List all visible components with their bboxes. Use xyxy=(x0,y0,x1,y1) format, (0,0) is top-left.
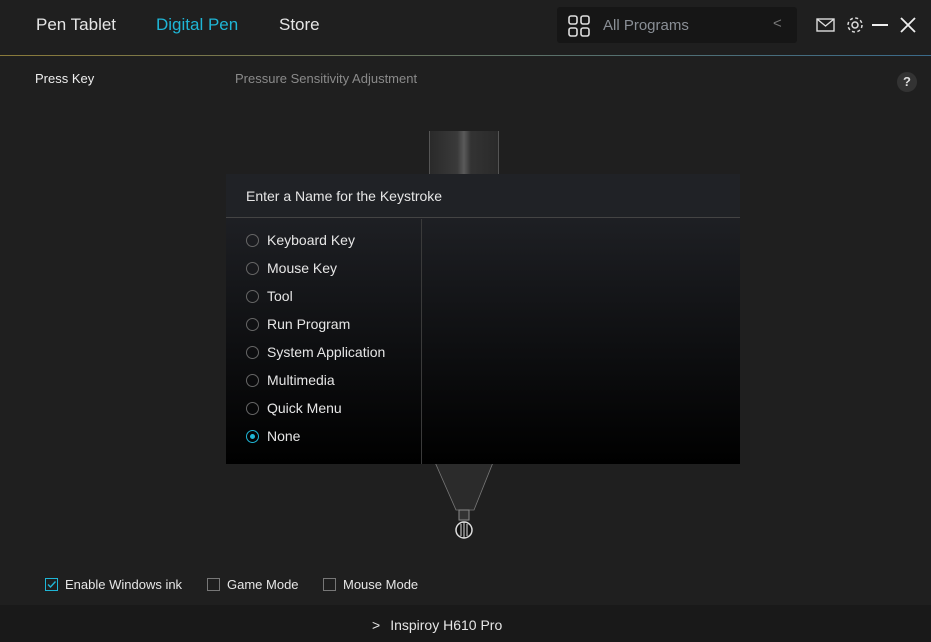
radio[interactable] xyxy=(246,317,259,331)
radio[interactable] xyxy=(246,261,259,275)
checkbox[interactable] xyxy=(323,578,336,591)
option-label: Multimedia xyxy=(267,372,335,388)
device-bar: > Inspiroy H610 Pro xyxy=(0,605,931,642)
check-icon xyxy=(47,581,57,589)
option-run-program[interactable]: Run Program xyxy=(246,314,350,334)
chevron-right-icon: > xyxy=(372,617,381,633)
divider xyxy=(0,55,931,56)
grid-icon xyxy=(568,15,590,37)
option-mouse-key[interactable]: Mouse Key xyxy=(246,258,337,278)
option-label: Keyboard Key xyxy=(267,232,355,248)
option-label: Tool xyxy=(267,288,293,304)
radio[interactable] xyxy=(246,401,259,415)
top-bar: Pen Tablet Digital Pen Store All Program… xyxy=(0,0,931,55)
mail-icon[interactable] xyxy=(816,15,836,35)
option-tool[interactable]: Tool xyxy=(246,286,293,306)
tab-pen-tablet[interactable]: Pen Tablet xyxy=(36,15,116,35)
program-selector[interactable]: All Programs < xyxy=(557,7,797,43)
checkbox-label: Enable Windows ink xyxy=(65,577,183,592)
device-selector[interactable]: > Inspiroy H610 Pro xyxy=(372,617,502,633)
game-mode-checkbox[interactable]: Game Mode xyxy=(207,577,299,592)
pen-tip-image xyxy=(433,460,495,539)
program-label: All Programs xyxy=(603,17,689,34)
tab-pressure-sensitivity[interactable]: Pressure Sensitivity Adjustment xyxy=(235,71,417,86)
close-icon[interactable] xyxy=(898,15,918,35)
minimize-icon[interactable] xyxy=(871,15,891,35)
checkbox-checked[interactable] xyxy=(45,578,58,591)
radio-selected[interactable] xyxy=(246,429,259,443)
enable-windows-ink-checkbox[interactable]: Enable Windows ink xyxy=(45,577,182,592)
radio[interactable] xyxy=(246,233,259,247)
gear-icon[interactable] xyxy=(845,15,865,35)
tab-store[interactable]: Store xyxy=(279,15,320,35)
option-label: Run Program xyxy=(267,316,351,332)
option-label: Quick Menu xyxy=(267,400,342,416)
option-none[interactable]: None xyxy=(246,426,300,446)
checkbox[interactable] xyxy=(207,578,220,591)
radio[interactable] xyxy=(246,373,259,387)
option-quick-menu[interactable]: Quick Menu xyxy=(246,398,342,418)
option-label: None xyxy=(267,428,301,444)
help-button[interactable]: ? xyxy=(897,72,917,92)
mouse-mode-checkbox[interactable]: Mouse Mode xyxy=(323,577,418,592)
tab-digital-pen[interactable]: Digital Pen xyxy=(156,15,238,35)
checkbox-label: Game Mode xyxy=(227,577,299,592)
device-name: Inspiroy H610 Pro xyxy=(390,617,503,633)
action-type-list: Keyboard Key Mouse Key Tool Run Program … xyxy=(226,219,422,464)
chevron-left-icon[interactable]: < xyxy=(773,15,782,32)
radio[interactable] xyxy=(246,289,259,303)
option-keyboard-key[interactable]: Keyboard Key xyxy=(246,230,355,250)
option-multimedia[interactable]: Multimedia xyxy=(246,370,335,390)
tab-press-key[interactable]: Press Key xyxy=(35,71,94,86)
dialog-title: Enter a Name for the Keystroke xyxy=(226,174,740,218)
radio[interactable] xyxy=(246,345,259,359)
checkbox-label: Mouse Mode xyxy=(343,577,419,592)
option-system-application[interactable]: System Application xyxy=(246,342,385,362)
keystroke-dialog: Enter a Name for the Keystroke Keyboard … xyxy=(226,174,740,464)
option-label: Mouse Key xyxy=(267,260,338,276)
option-label: System Application xyxy=(267,344,386,360)
